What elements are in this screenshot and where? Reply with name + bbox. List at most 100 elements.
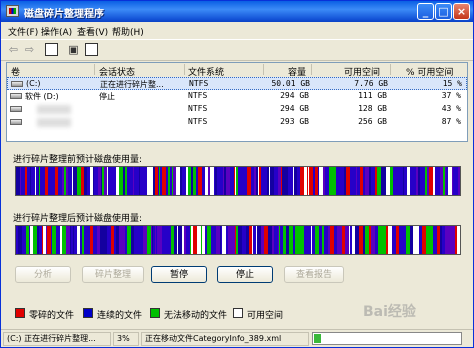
cluster-stripe <box>186 226 190 254</box>
column-capacity[interactable]: 容量 <box>288 65 306 78</box>
cluster-stripe <box>64 167 66 195</box>
column-divider[interactable] <box>311 64 312 75</box>
column-volume[interactable]: 卷 <box>11 65 20 78</box>
cluster-stripe <box>313 167 315 195</box>
forward-icon[interactable]: ⇨ <box>23 43 36 56</box>
volume-row[interactable]: 软件 (D:) 停止 NTFS 294 GB 111 GB 37 % <box>7 90 467 103</box>
cluster-stripe <box>238 167 241 195</box>
cluster-stripe <box>437 167 440 195</box>
menu-action[interactable]: 操作(A) <box>41 25 72 38</box>
cluster-stripe <box>205 226 207 254</box>
cluster-stripe <box>302 226 304 254</box>
defrag-progress-bar <box>312 332 462 345</box>
redacted-volume-name <box>37 105 71 114</box>
pause-button[interactable]: 暂停 <box>151 266 207 283</box>
menu-view[interactable]: 查看(V) <box>77 25 108 38</box>
cluster-stripe <box>178 226 182 254</box>
stop-button[interactable]: 停止 <box>217 266 273 283</box>
cluster-stripe <box>131 167 133 195</box>
cluster-stripe <box>153 226 155 254</box>
close-button[interactable]: × <box>453 3 470 20</box>
cluster-stripe <box>27 167 30 195</box>
refresh-icon[interactable]: ▣ <box>67 43 80 56</box>
cluster-stripe <box>365 226 369 254</box>
after-usage-label: 进行碎片整理后预计磁盘使用量: <box>13 214 143 224</box>
help-icon[interactable] <box>85 43 98 56</box>
cluster-stripe <box>280 226 283 254</box>
legend-swatch <box>150 308 160 318</box>
view-report-button[interactable]: 查看报告 <box>284 266 344 283</box>
cluster-stripe <box>69 167 72 195</box>
column-free[interactable]: 可用空间 <box>344 65 380 78</box>
defragment-button[interactable]: 碎片整理 <box>82 266 144 283</box>
cluster-stripe <box>289 226 291 254</box>
column-filesystem[interactable]: 文件系统 <box>188 65 224 78</box>
minimize-button[interactable]: _ <box>417 3 434 20</box>
analyze-button[interactable]: 分析 <box>15 266 71 283</box>
before-usage-label: 进行碎片整理前预计磁盘使用量: <box>13 155 143 165</box>
cluster-stripe <box>46 226 47 254</box>
title-bar[interactable]: 磁盘碎片整理程序 _ □ × <box>1 1 473 22</box>
cluster-stripe <box>429 167 433 195</box>
volume-row[interactable]: NTFS 294 GB 128 GB 43 % <box>7 103 467 116</box>
column-divider[interactable] <box>184 64 185 75</box>
cluster-stripe <box>198 167 202 195</box>
cluster-stripe <box>88 226 90 254</box>
cluster-stripe <box>410 167 414 195</box>
cluster-stripe <box>144 226 147 254</box>
cluster-stripe <box>210 167 214 195</box>
cluster-stripe <box>140 167 143 195</box>
maximize-button[interactable]: □ <box>435 3 452 20</box>
column-status[interactable]: 会话状态 <box>99 65 135 78</box>
cluster-stripe <box>36 167 38 195</box>
column-percent-free[interactable]: % 可用空间 <box>406 65 453 78</box>
cluster-stripe <box>230 167 234 195</box>
cluster-stripe <box>309 226 311 254</box>
cluster-stripe <box>81 167 84 195</box>
cluster-stripe <box>378 226 382 254</box>
before-usage-stripes <box>16 167 460 195</box>
column-divider[interactable] <box>390 64 391 75</box>
cluster-stripe <box>139 167 140 195</box>
cluster-stripe <box>80 226 82 254</box>
volume-list[interactable]: 卷 会话状态 文件系统 容量 可用空间 % 可用空间 (C:) 正在进行碎片整.… <box>6 62 468 142</box>
column-divider[interactable] <box>94 64 95 75</box>
properties-icon[interactable] <box>45 43 58 56</box>
menu-help[interactable]: 帮助(H) <box>112 25 144 38</box>
cluster-stripe <box>135 226 139 254</box>
menu-file[interactable]: 文件(F) <box>8 25 38 38</box>
volume-capacity: 50.01 GB <box>271 79 310 88</box>
cluster-stripe <box>406 226 408 254</box>
cluster-stripe <box>82 226 84 254</box>
cluster-stripe <box>433 226 437 254</box>
back-icon[interactable]: ⇦ <box>7 43 20 56</box>
volume-fs: NTFS <box>188 104 208 113</box>
cluster-stripe <box>51 167 55 195</box>
cluster-stripe <box>139 226 140 254</box>
cluster-stripe <box>241 167 245 195</box>
cluster-stripe <box>21 167 25 195</box>
volume-capacity: 294 GB <box>280 104 309 113</box>
cluster-stripe <box>162 226 166 254</box>
cluster-stripe <box>123 226 125 254</box>
column-divider[interactable] <box>263 64 264 75</box>
cluster-stripe <box>166 167 168 195</box>
cluster-stripe <box>445 167 446 195</box>
cluster-stripe <box>60 226 62 254</box>
cluster-stripe <box>382 226 386 254</box>
cluster-stripe <box>397 167 400 195</box>
cluster-stripe <box>90 167 93 195</box>
cluster-stripe <box>298 167 300 195</box>
cluster-stripe <box>330 226 334 254</box>
drive-icon <box>10 119 22 125</box>
volume-row[interactable]: NTFS 293 GB 256 GB 87 % <box>7 116 467 129</box>
volume-row[interactable]: (C:) 正在进行碎片整... NTFS 50.01 GB 7.76 GB 15… <box>7 77 467 90</box>
cluster-stripe <box>449 226 453 254</box>
volume-fs: NTFS <box>189 79 209 88</box>
cluster-stripe <box>328 226 330 254</box>
cluster-stripe <box>26 226 29 254</box>
cluster-stripe <box>191 226 193 254</box>
cluster-stripe <box>440 226 442 254</box>
cluster-stripe <box>73 226 74 254</box>
defrag-app-icon <box>6 5 19 17</box>
